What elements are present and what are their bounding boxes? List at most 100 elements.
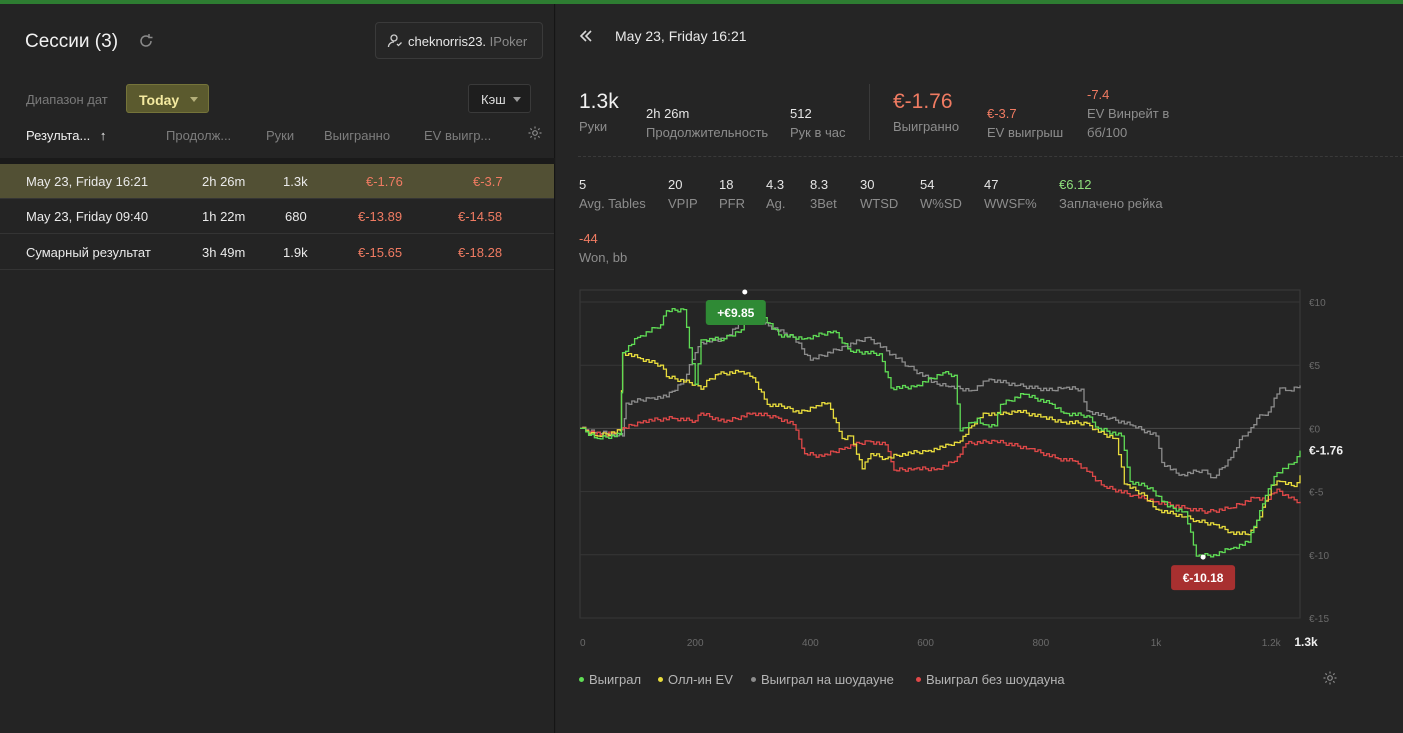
stat-duration-label: Продолжительность bbox=[646, 125, 769, 140]
row-date: May 23, Friday 09:40 bbox=[26, 209, 149, 224]
legend-item-allin-ev[interactable]: Олл-ин EV bbox=[658, 672, 733, 687]
account-name: cheknorris23. bbox=[408, 34, 487, 49]
stat-evbb-label-unit: бб/100 bbox=[1087, 125, 1128, 140]
legend-item-won[interactable]: Выиграл bbox=[579, 672, 641, 687]
row-duration: 2h 26m bbox=[202, 174, 246, 189]
stat-duration-value: 2h 26m bbox=[646, 106, 690, 121]
stat-avg-tables-label: Avg. Tables bbox=[579, 196, 646, 211]
user-icon bbox=[387, 33, 403, 54]
row-date: May 23, Friday 16:21 bbox=[26, 174, 149, 189]
stat-rake-value: €6.12 bbox=[1059, 177, 1092, 192]
column-header-won[interactable]: Выигранно bbox=[324, 128, 390, 143]
y-tick-label: €-5 bbox=[1309, 488, 1324, 499]
stat-3bet-value: 8.3 bbox=[810, 177, 829, 192]
max-point-marker bbox=[742, 289, 748, 295]
sort-asc-icon: ↑ bbox=[99, 128, 107, 143]
row-ev: €-3.7 bbox=[473, 174, 503, 189]
min-label: €-10.18 bbox=[1183, 571, 1224, 585]
x-tick-label: 0 bbox=[580, 638, 586, 649]
legend-dot-icon bbox=[751, 677, 756, 683]
x-tick-label: 1k bbox=[1151, 638, 1163, 649]
date-range-dropdown[interactable]: Today bbox=[126, 84, 209, 113]
y-tick-label: €5 bbox=[1309, 361, 1321, 372]
column-header-duration[interactable]: Продолж... bbox=[166, 128, 231, 143]
legend-dot-icon bbox=[658, 677, 663, 683]
stat-ag-label: Ag. bbox=[766, 196, 786, 211]
stat-ev-value: €-3.7 bbox=[987, 106, 1017, 121]
stat-per-hour-label: Рук в час bbox=[790, 125, 846, 140]
account-room: IPoker bbox=[489, 34, 528, 49]
game-type-dropdown[interactable]: Кэш bbox=[468, 84, 531, 113]
x-tick-label: 1.3k bbox=[1294, 635, 1318, 649]
y-tick-label: €0 bbox=[1309, 424, 1321, 435]
stat-vpip-label: VPIP bbox=[668, 196, 698, 211]
row-duration: 3h 49m bbox=[202, 245, 246, 260]
legend-dot-icon bbox=[916, 677, 921, 683]
stat-won-value: €-1.76 bbox=[893, 90, 953, 113]
stat-wwsf-label: WWSF% bbox=[984, 196, 1037, 211]
sessions-title: Сессии (3) bbox=[25, 31, 119, 52]
x-tick-label: 800 bbox=[1032, 638, 1049, 649]
stats-divider bbox=[869, 84, 870, 140]
series-line-allin-ev bbox=[580, 351, 1301, 536]
stat-per-hour-value: 512 bbox=[790, 106, 812, 121]
row-hands: 1.9k bbox=[283, 245, 308, 260]
stat-vpip-value: 20 bbox=[668, 177, 683, 192]
session-date-title: May 23, Friday 16:21 bbox=[615, 28, 747, 44]
stat-wtsd-value: 30 bbox=[860, 177, 875, 192]
row-won: €-1.76 bbox=[366, 174, 403, 189]
x-tick-label: 600 bbox=[917, 638, 934, 649]
stat-hands-label: Руки bbox=[579, 119, 608, 134]
stat-wtsd-label: WTSD bbox=[860, 196, 899, 211]
stat-evbb-value: -7.4 bbox=[1087, 87, 1110, 102]
stats-separator bbox=[578, 156, 1403, 157]
row-hands: 1.3k bbox=[283, 174, 308, 189]
stat-hands-value: 1.3k bbox=[579, 90, 619, 113]
y-tick-label: €-15 bbox=[1309, 614, 1329, 625]
date-range-value: Today bbox=[139, 92, 180, 108]
row-won: €-15.65 bbox=[358, 245, 403, 260]
row-duration: 1h 22m bbox=[202, 209, 246, 224]
max-label: +€9.85 bbox=[717, 306, 754, 320]
chevron-down-icon bbox=[513, 97, 521, 102]
stat-wsd-value: 54 bbox=[920, 177, 935, 192]
refresh-icon[interactable] bbox=[137, 32, 155, 50]
legend-item-showdown[interactable]: Выиграл на шоудауне bbox=[751, 672, 894, 687]
sessions-panel: Сессии (3) cheknorris23. IPoker Диапазон… bbox=[0, 4, 555, 733]
collapse-left-icon[interactable] bbox=[578, 28, 594, 49]
stat-evbb-label: EV Винрейт в bbox=[1087, 106, 1170, 121]
y-tick-label: €10 bbox=[1309, 298, 1326, 309]
y-tick-label: €-10 bbox=[1309, 551, 1329, 562]
gear-icon[interactable] bbox=[1322, 670, 1338, 691]
row-date: Сумарный результат bbox=[26, 245, 151, 260]
stat-ev-label: EV выигрыш bbox=[987, 125, 1064, 140]
row-won: €-13.89 bbox=[358, 209, 403, 224]
table-row[interactable]: May 23, Friday 09:40 1h 22m 680 €-13.89 … bbox=[0, 199, 554, 234]
stat-pfr-label: PFR bbox=[719, 196, 745, 211]
stat-won-label: Выигранно bbox=[893, 119, 960, 134]
date-range-label: Диапазон дат bbox=[26, 92, 108, 107]
table-row[interactable]: May 23, Friday 16:21 2h 26m 1.3k €-1.76 … bbox=[0, 164, 554, 199]
session-graph: €10 €5 €0 €-5 €-10 €-15 0 200 400 600 800 1k 1.2k 1.3… bbox=[579, 289, 1343, 649]
end-value-label: €-1.76 bbox=[1309, 444, 1343, 458]
x-tick-label: 400 bbox=[802, 638, 819, 649]
stat-pfr-value: 18 bbox=[719, 177, 734, 192]
stat-3bet-label: 3Bet bbox=[810, 196, 837, 211]
stat-rake-label: Заплачено рейка bbox=[1059, 196, 1163, 211]
account-selector-button[interactable]: cheknorris23. IPoker bbox=[375, 22, 543, 59]
legend-dot-icon bbox=[579, 677, 584, 683]
x-tick-label: 1.2k bbox=[1262, 638, 1282, 649]
stat-wwsf-value: 47 bbox=[984, 177, 999, 192]
stat-avg-tables-value: 5 bbox=[579, 177, 587, 192]
gear-icon[interactable] bbox=[527, 125, 543, 146]
column-header-hands[interactable]: Руки bbox=[266, 128, 294, 143]
column-header-ev[interactable]: EV выигр... bbox=[424, 128, 491, 143]
row-ev: €-18.28 bbox=[458, 245, 503, 260]
series-line-showdown bbox=[580, 314, 1301, 479]
min-point-marker bbox=[1200, 554, 1206, 560]
legend-item-non-showdown[interactable]: Выиграл без шоудауна bbox=[916, 672, 1065, 687]
column-header-result[interactable]: Результа... ↑ bbox=[26, 128, 106, 143]
table-row-total: Сумарный результат 3h 49m 1.9k €-15.65 €… bbox=[0, 235, 554, 270]
row-hands: 680 bbox=[285, 209, 307, 224]
stat-won-bb-label: Won, bb bbox=[579, 250, 628, 265]
